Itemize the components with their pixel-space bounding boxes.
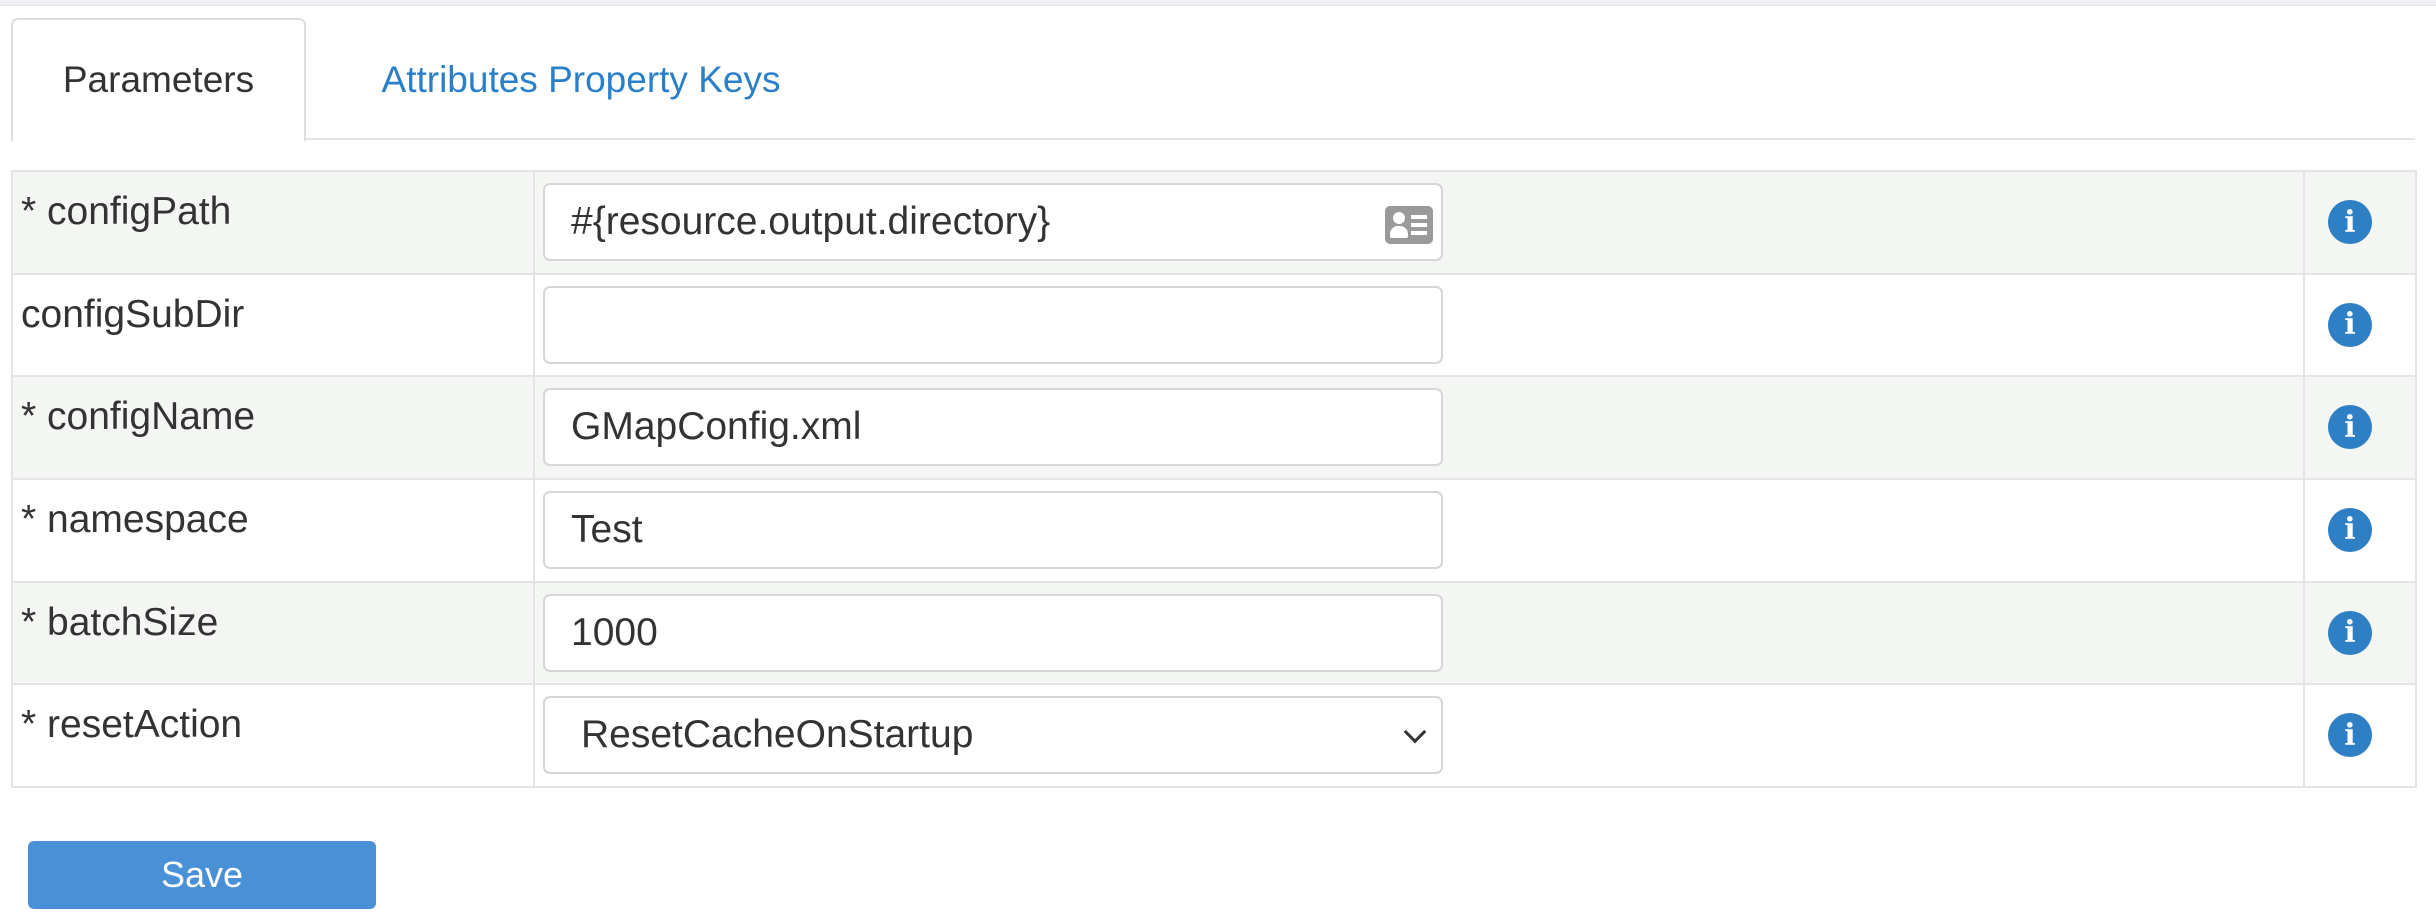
table-row: * configName i (11, 375, 2417, 480)
batch-size-input[interactable] (543, 593, 1443, 672)
config-sub-dir-input[interactable] (543, 285, 1443, 364)
reset-action-selected-value: ResetCacheOnStartup (581, 713, 974, 757)
info-cell: i (2303, 683, 2417, 788)
info-circle-icon[interactable]: i (2328, 302, 2372, 347)
field-cell: ResetCacheOnStartup (533, 683, 2305, 788)
config-path-label: * configPath (21, 190, 232, 233)
parameters-table: * configPath i configSubDir i * (11, 170, 2417, 788)
address-card-icon[interactable] (1385, 206, 1433, 244)
tab-bar: Parameters Attributes Property Keys (11, 18, 2415, 142)
save-button[interactable]: Save (28, 841, 376, 909)
config-name-label: * configName (21, 395, 256, 439)
batch-size-label: * batchSize (21, 600, 219, 644)
field-cell (533, 580, 2305, 686)
info-circle-icon[interactable]: i (2328, 610, 2372, 655)
table-row: * configPath i (11, 170, 2417, 275)
info-cell: i (2303, 477, 2417, 583)
label-cell: configSubDir (11, 272, 535, 378)
field-cell (533, 170, 2305, 275)
label-cell: * configName (11, 375, 535, 480)
label-cell: * namespace (11, 477, 535, 583)
reset-action-select[interactable]: ResetCacheOnStartup (543, 696, 1443, 775)
field-cell (533, 477, 2305, 583)
reset-action-label: * resetAction (21, 703, 243, 747)
info-cell: i (2303, 272, 2417, 378)
tab-parameters[interactable]: Parameters (11, 18, 306, 142)
tab-attributes-property-keys[interactable]: Attributes Property Keys (306, 18, 856, 142)
namespace-input[interactable] (543, 490, 1443, 569)
label-cell: * configPath (11, 170, 535, 275)
table-row: configSubDir i (11, 272, 2417, 378)
table-row: * resetAction ResetCacheOnStartup i (11, 683, 2417, 788)
table-row: * batchSize i (11, 580, 2417, 686)
info-circle-icon[interactable]: i (2328, 713, 2372, 758)
table-row: * namespace i (11, 477, 2417, 583)
info-circle-icon[interactable]: i (2328, 507, 2372, 552)
chevron-down-icon (1403, 720, 1427, 744)
config-sub-dir-label: configSubDir (21, 292, 245, 336)
namespace-label: * namespace (21, 497, 249, 541)
config-name-input[interactable] (543, 388, 1443, 467)
info-cell: i (2303, 375, 2417, 480)
info-cell: i (2303, 580, 2417, 686)
config-path-input[interactable] (543, 183, 1443, 261)
top-divider (0, 0, 2436, 6)
info-circle-icon[interactable]: i (2328, 405, 2372, 450)
label-cell: * resetAction (11, 683, 535, 788)
label-cell: * batchSize (11, 580, 535, 686)
info-cell: i (2303, 170, 2417, 275)
field-cell (533, 375, 2305, 480)
field-cell (533, 272, 2305, 378)
info-circle-icon[interactable]: i (2328, 200, 2372, 244)
